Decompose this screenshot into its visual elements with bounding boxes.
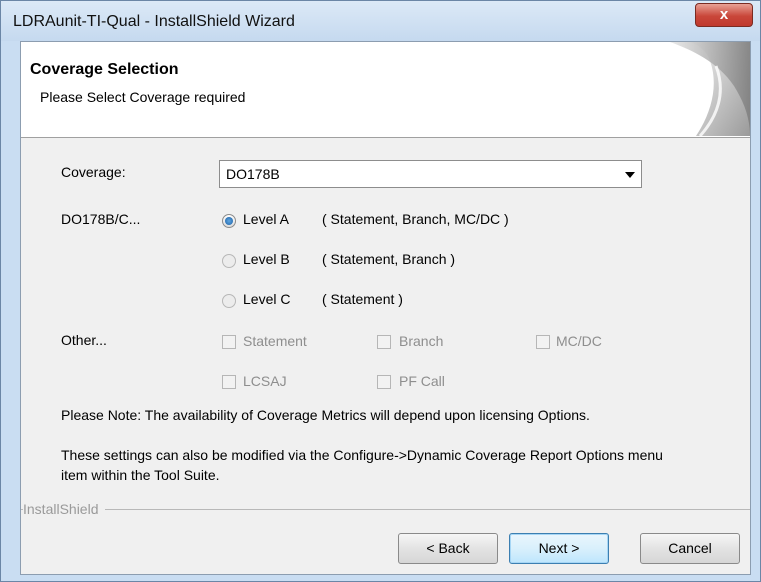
branch-checkbox-label: Branch [399, 333, 444, 349]
wizard-header: Coverage Selection Please Select Coverag… [21, 42, 750, 138]
mcdc-checkbox[interactable] [536, 335, 550, 349]
close-icon: x [719, 6, 729, 23]
settings-note-line1: These settings can also be modified via … [61, 447, 663, 463]
statement-checkbox[interactable] [222, 335, 236, 349]
installshield-brand: InstallShield [23, 501, 105, 517]
title-bar[interactable]: LDRAunit-TI-Qual - InstallShield Wizard … [1, 1, 760, 41]
level-a-description: ( Statement, Branch, MC/DC ) [322, 211, 509, 227]
branch-checkbox[interactable] [377, 335, 391, 349]
lcsaj-checkbox[interactable] [222, 375, 236, 389]
level-a-radio[interactable] [222, 214, 236, 228]
installer-window: LDRAunit-TI-Qual - InstallShield Wizard … [0, 0, 761, 582]
pf-call-checkbox-label: PF Call [399, 373, 445, 389]
statement-checkbox-label: Statement [243, 333, 307, 349]
coverage-selected-value: DO178B [226, 166, 280, 182]
level-c-label[interactable]: Level C [243, 291, 290, 307]
licensing-note: Please Note: The availability of Coverag… [61, 407, 590, 423]
cancel-button[interactable]: Cancel [640, 533, 740, 564]
level-b-radio[interactable] [222, 254, 236, 268]
page-title: Coverage Selection [30, 61, 179, 78]
footer-divider [21, 509, 750, 510]
settings-note-line2: item within the Tool Suite. [61, 467, 220, 483]
back-button[interactable]: < Back [398, 533, 498, 564]
other-label: Other... [61, 332, 107, 348]
lcsaj-checkbox-label: LCSAJ [243, 373, 287, 389]
level-a-label[interactable]: Level A [243, 211, 289, 227]
pf-call-checkbox[interactable] [377, 375, 391, 389]
level-c-description: ( Statement ) [322, 291, 403, 307]
coverage-label: Coverage: [61, 164, 126, 180]
chevron-down-icon[interactable] [625, 172, 635, 178]
level-c-radio[interactable] [222, 294, 236, 308]
level-group-label: DO178B/C... [61, 211, 141, 227]
next-button[interactable]: Next > [509, 533, 609, 564]
coverage-dropdown[interactable]: DO178B [219, 160, 642, 188]
wizard-panel: Coverage Selection Please Select Coverag… [20, 41, 751, 575]
page-subtitle: Please Select Coverage required [40, 89, 246, 105]
window-title: LDRAunit-TI-Qual - InstallShield Wizard [13, 13, 295, 30]
mcdc-checkbox-label: MC/DC [556, 333, 602, 349]
level-b-description: ( Statement, Branch ) [322, 251, 456, 267]
close-button[interactable]: x [695, 3, 753, 27]
page-curl-graphic [670, 42, 750, 136]
level-b-label[interactable]: Level B [243, 251, 290, 267]
